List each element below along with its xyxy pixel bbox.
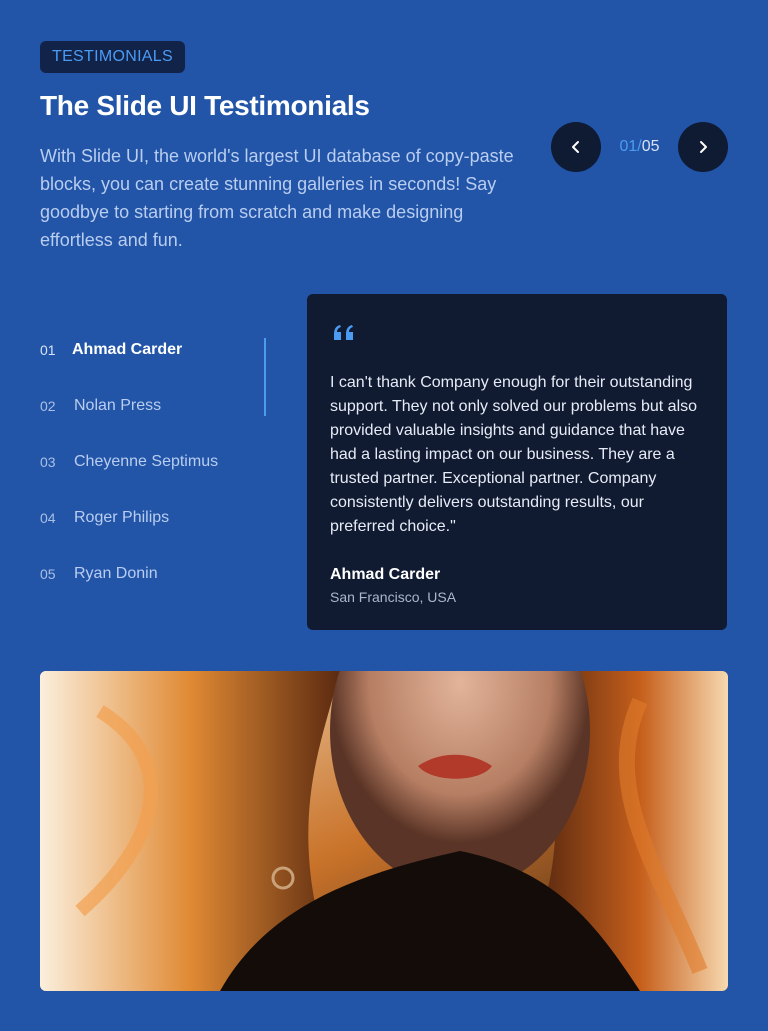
total-slides: 05	[641, 138, 660, 155]
testimonial-location: San Francisco, USA	[330, 589, 457, 605]
testimonial-portrait-photo	[40, 671, 728, 991]
slide-counter: 01/05	[601, 138, 678, 156]
item-name: Ahmad Carder	[72, 341, 183, 358]
item-number: 04	[40, 510, 56, 526]
current-slide: 01	[619, 138, 638, 155]
section-badge: TESTIMONIALS	[40, 41, 185, 73]
page-description: With Slide UI, the world's largest UI da…	[40, 146, 514, 250]
page-title: The Slide UI Testimonials	[40, 90, 370, 121]
chevron-right-icon	[700, 141, 707, 153]
testimonial-item-roger-philips[interactable]: 04 Roger Philips	[40, 490, 268, 546]
testimonial-quote: I can't thank Company enough for their o…	[330, 374, 698, 535]
testimonial-item-nolan-press[interactable]: 02 Nolan Press	[40, 378, 268, 434]
testimonial-card: I can't thank Company enough for their o…	[307, 294, 727, 630]
previous-button[interactable]	[551, 122, 601, 172]
portrait-image	[40, 671, 728, 991]
item-name: Cheyenne Septimus	[74, 453, 219, 470]
slider-navigation: 01/05	[551, 122, 728, 172]
item-number: 03	[40, 454, 56, 470]
testimonial-list: 01 Ahmad Carder 02 Nolan Press 03 Cheyen…	[40, 322, 268, 602]
active-indicator-bar	[264, 338, 266, 416]
testimonial-item-ryan-donin[interactable]: 05 Ryan Donin	[40, 546, 268, 602]
testimonial-item-cheyenne-septimus[interactable]: 03 Cheyenne Septimus	[40, 434, 268, 490]
testimonial-author: Ahmad Carder	[330, 566, 441, 583]
item-name: Nolan Press	[74, 397, 162, 414]
item-name: Roger Philips	[74, 509, 170, 526]
quote-mark-icon	[334, 325, 353, 340]
item-number: 02	[40, 398, 56, 414]
testimonial-item-ahmad-carder[interactable]: 01 Ahmad Carder	[40, 322, 268, 378]
next-button[interactable]	[678, 122, 728, 172]
chevron-left-icon	[572, 141, 579, 153]
item-name: Ryan Donin	[74, 565, 158, 582]
item-number: 05	[40, 566, 56, 582]
item-number: 01	[40, 342, 56, 358]
